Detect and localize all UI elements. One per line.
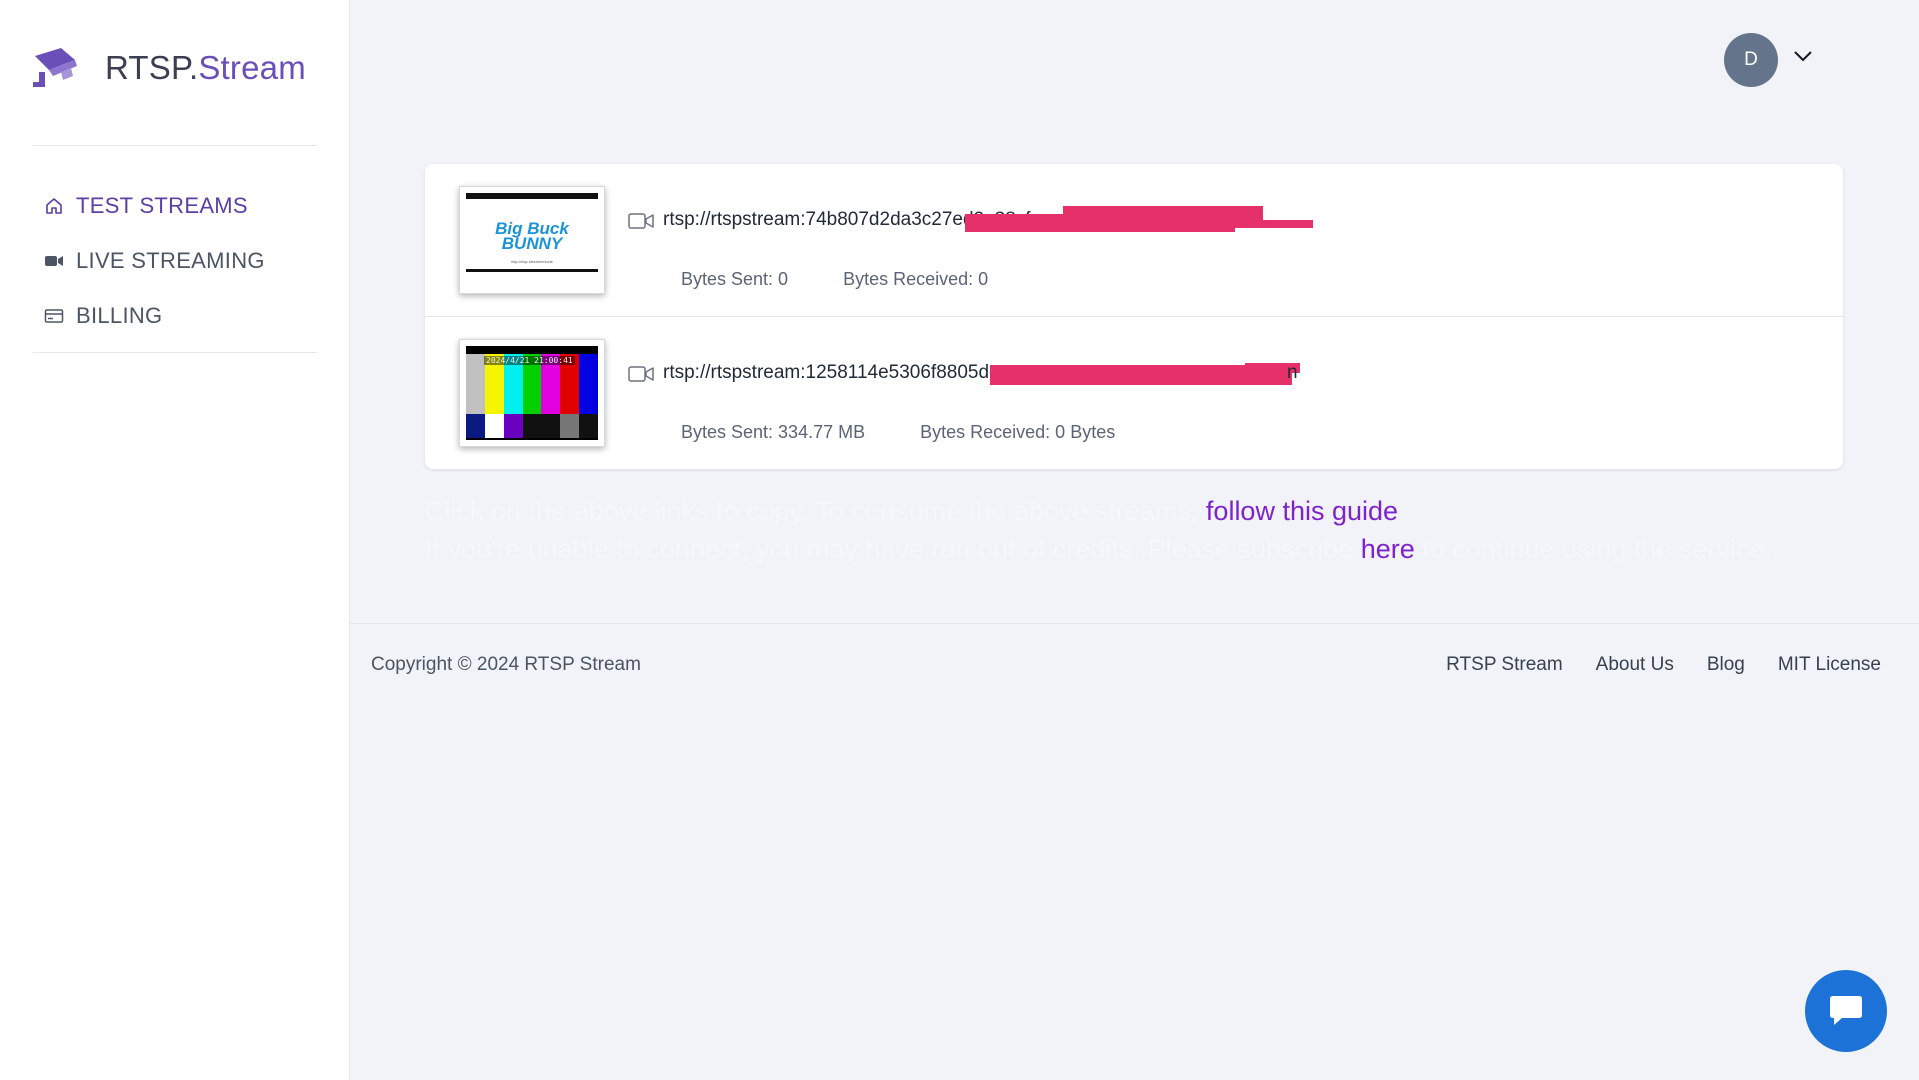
avatar-initial: D [1744, 49, 1758, 70]
camera-logo-icon [33, 48, 77, 87]
bytes-sent: Bytes Sent: 334.77 MB [681, 422, 866, 442]
sidebar-item-live-streaming[interactable]: LIVE STREAMING [44, 233, 265, 288]
sidebar: RTSP.Stream TEST STREAMS LIVE STREAMING … [0, 0, 350, 1080]
sidebar-item-label: TEST STREAMS [76, 192, 248, 218]
footer-link-rtsp-stream[interactable]: RTSP Stream [1446, 654, 1563, 676]
redaction [1145, 220, 1313, 228]
avatar[interactable]: D [1724, 33, 1778, 87]
chat-icon [1830, 996, 1862, 1025]
brand-name: RTSP.Stream [105, 49, 306, 86]
stream-stats: Bytes Sent: 0 Bytes Received: 0 [681, 269, 1038, 290]
brand[interactable]: RTSP.Stream [31, 46, 306, 90]
credit-card-icon [44, 306, 64, 326]
footer-link-mit-license[interactable]: MIT License [1778, 654, 1881, 676]
sidebar-item-label: BILLING [76, 302, 163, 328]
footer-divider [350, 623, 1919, 624]
stream-url[interactable]: rtsp://rtspstream:1258114e5306f8805dc [663, 362, 999, 384]
streams-card: Big Buck BUNNY rtsp://rtsp.stream/movie … [425, 164, 1843, 469]
chat-button[interactable] [1805, 970, 1887, 1052]
subscribe-link[interactable]: here [1361, 534, 1415, 564]
sidebar-divider-bottom [33, 352, 317, 353]
stream-row: 2024/4/21 21:00:41 rtsp://rtspstream:125… [425, 316, 1843, 469]
sidebar-divider-top [33, 145, 317, 146]
bytes-sent: Bytes Sent: 0 [681, 269, 789, 289]
sidebar-item-label: LIVE STREAMING [76, 247, 265, 273]
thumbnail-timestamp: 2024/4/21 21:00:41 [484, 356, 575, 365]
home-icon [44, 196, 64, 216]
stream-row: Big Buck BUNNY rtsp://rtsp.stream/movie … [425, 164, 1843, 316]
stream-thumbnail: Big Buck BUNNY rtsp://rtsp.stream/movie [459, 186, 605, 294]
sidebar-item-test-streams[interactable]: TEST STREAMS [44, 178, 265, 233]
footer-links: RTSP Stream About Us Blog MIT License [1446, 654, 1881, 676]
info-line2: If you're unable to connect, you may hav… [425, 534, 1354, 564]
stream-stats: Bytes Sent: 334.77 MB Bytes Received: 0 … [681, 422, 1165, 443]
info-line1: Click on the above links to copy. To con… [425, 496, 1199, 526]
chevron-down-icon[interactable] [1792, 48, 1814, 64]
thumbnail-caption: rtsp://rtsp.stream/movie [511, 259, 553, 264]
thumbnail-title: BUNNY [501, 234, 563, 253]
sidebar-item-billing[interactable]: BILLING [44, 288, 265, 343]
follow-guide-link[interactable]: follow this guide [1206, 496, 1398, 526]
sidebar-nav: TEST STREAMS LIVE STREAMING BILLING [44, 178, 265, 343]
video-camera-outline-icon [628, 213, 654, 229]
bytes-received: Bytes Received: 0 Bytes [920, 422, 1116, 442]
video-camera-outline-icon [628, 366, 654, 382]
info-text: Click on the above links to copy. To con… [425, 492, 1772, 568]
bytes-received: Bytes Received: 0 [843, 269, 989, 289]
stream-thumbnail: 2024/4/21 21:00:41 [459, 339, 605, 447]
info-line2-tail: to continue using the service. [1422, 534, 1772, 564]
footer-link-about-us[interactable]: About Us [1596, 654, 1674, 676]
video-camera-icon [44, 251, 64, 271]
stream-url-tail: n [1287, 362, 1298, 383]
footer-link-blog[interactable]: Blog [1707, 654, 1745, 676]
copyright: Copyright © 2024 RTSP Stream [371, 654, 641, 675]
